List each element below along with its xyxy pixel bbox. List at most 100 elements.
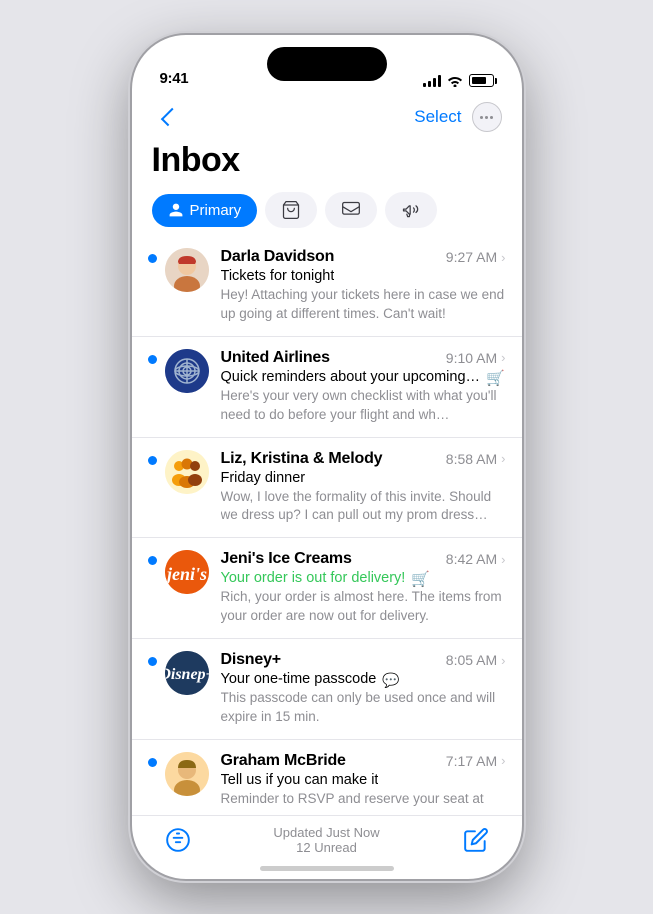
email-sender: Jeni's Ice Creams <box>221 550 352 568</box>
filter-button[interactable] <box>160 822 196 858</box>
email-header: Jeni's Ice Creams 8:42 AM › <box>221 550 506 568</box>
avatar-image <box>165 752 209 796</box>
unread-indicator <box>148 254 157 263</box>
email-subject: Quick reminders about your upcoming… <box>221 369 481 385</box>
unread-indicator <box>148 657 157 666</box>
home-indicator <box>260 866 394 871</box>
inbox-header: Inbox <box>132 137 522 188</box>
email-preview: Reminder to RSVP and reserve your seat a… <box>221 790 506 809</box>
email-content: Liz, Kristina & Melody 8:58 AM › Friday … <box>221 450 506 526</box>
compose-button[interactable] <box>458 822 494 858</box>
table-row[interactable]: jeni's Jeni's Ice Creams 8:42 AM › Your … <box>132 538 522 639</box>
email-sender: United Airlines <box>221 349 330 367</box>
email-subject: Tickets for tonight <box>221 268 335 284</box>
unread-indicator <box>148 556 157 565</box>
back-button[interactable] <box>152 101 184 133</box>
megaphone-icon <box>401 200 421 220</box>
email-header: Darla Davidson 9:27 AM › <box>221 248 506 266</box>
tab-promotions[interactable] <box>385 192 437 228</box>
filter-icon <box>165 827 191 853</box>
subject-row: Friday dinner <box>221 470 506 488</box>
unread-indicator <box>148 456 157 465</box>
signal-bar-4 <box>438 75 441 87</box>
avatar-image: Disnep+ <box>165 651 209 695</box>
message-icon <box>341 200 361 220</box>
email-header: Disney+ 8:05 AM › <box>221 651 506 669</box>
status-icons <box>423 74 494 87</box>
email-sender: Liz, Kristina & Melody <box>221 450 383 468</box>
svg-text:jeni's: jeni's <box>165 564 207 584</box>
avatar <box>165 349 209 393</box>
avatar-image: jeni's <box>165 550 209 594</box>
email-list[interactable]: Darla Davidson 9:27 AM › Tickets for ton… <box>132 236 522 815</box>
email-time: 8:58 AM <box>446 451 497 467</box>
message-badge-icon: 💬 <box>382 672 399 689</box>
email-subject: Friday dinner <box>221 470 306 486</box>
email-sender: Darla Davidson <box>221 248 335 266</box>
email-subject: Your order is out for delivery! <box>221 570 406 586</box>
email-content: Disney+ 8:05 AM › Your one-time passcode… <box>221 651 506 727</box>
person-icon <box>168 202 184 218</box>
email-preview: Hey! Attaching your tickets here in case… <box>221 286 506 324</box>
table-row[interactable]: Disnep+ Disney+ 8:05 AM › Your one-time … <box>132 639 522 740</box>
avatar <box>165 752 209 796</box>
signal-bar-1 <box>423 83 426 87</box>
avatar: jeni's <box>165 550 209 594</box>
email-time: 7:17 AM <box>446 753 497 769</box>
chevron-right-icon: › <box>501 552 505 567</box>
subject-row: Quick reminders about your upcoming… 🛒 <box>221 369 506 387</box>
unread-count: 12 Unread <box>296 840 357 855</box>
time-row: 9:10 AM › <box>446 350 506 366</box>
email-time: 8:42 AM <box>446 551 497 567</box>
time-row: 8:42 AM › <box>446 551 506 567</box>
primary-tab-label: Primary <box>190 202 242 219</box>
inbox-title: Inbox <box>152 141 502 180</box>
compose-icon <box>463 827 489 853</box>
email-header: Liz, Kristina & Melody 8:58 AM › <box>221 450 506 468</box>
chevron-right-icon: › <box>501 350 505 365</box>
avatar <box>165 248 209 292</box>
table-row[interactable]: Liz, Kristina & Melody 8:58 AM › Friday … <box>132 438 522 539</box>
phone-content: Select Inbox Primary <box>132 93 522 879</box>
email-sender: Graham McBride <box>221 752 346 770</box>
email-content: Darla Davidson 9:27 AM › Tickets for ton… <box>221 248 506 324</box>
avatar: Disnep+ <box>165 651 209 695</box>
signal-bar-3 <box>433 78 436 87</box>
phone-frame: 9:41 Select <box>132 35 522 879</box>
email-subject: Your one-time passcode <box>221 671 377 687</box>
subject-row: Tell us if you can make it <box>221 772 506 790</box>
svg-text:Disnep+: Disnep+ <box>165 666 209 683</box>
back-chevron-icon <box>160 108 178 126</box>
signal-bar-2 <box>428 81 431 87</box>
subject-row: Your one-time passcode 💬 <box>221 671 506 689</box>
email-content: Jeni's Ice Creams 8:42 AM › Your order i… <box>221 550 506 626</box>
email-sender: Disney+ <box>221 651 281 669</box>
table-row[interactable]: United Airlines 9:10 AM › Quick reminder… <box>132 337 522 438</box>
battery-icon <box>469 74 494 87</box>
avatar-image <box>165 248 209 292</box>
battery-fill <box>472 77 486 84</box>
filter-tabs: Primary <box>132 188 522 236</box>
email-preview: Wow, I love the formality of this invite… <box>221 488 506 526</box>
more-button[interactable] <box>472 102 502 132</box>
signal-bars-icon <box>423 75 441 87</box>
tab-social[interactable] <box>325 192 377 228</box>
wifi-icon <box>447 75 463 87</box>
table-row[interactable]: Darla Davidson 9:27 AM › Tickets for ton… <box>132 236 522 337</box>
subject-row: Your order is out for delivery! 🛒 <box>221 570 506 588</box>
time-row: 9:27 AM › <box>446 249 506 265</box>
avatar-image <box>165 450 209 494</box>
tab-shopping[interactable] <box>265 192 317 228</box>
email-preview: Here's your very own checklist with what… <box>221 387 506 425</box>
nav-actions: Select <box>414 102 501 132</box>
email-time: 9:10 AM <box>446 350 497 366</box>
time-row: 7:17 AM › <box>446 753 506 769</box>
email-preview: This passcode can only be used once and … <box>221 689 506 727</box>
chevron-right-icon: › <box>501 451 505 466</box>
avatar-image <box>165 349 209 393</box>
table-row[interactable]: Graham McBride 7:17 AM › Tell us if you … <box>132 740 522 815</box>
dynamic-island <box>267 47 387 81</box>
tab-primary[interactable]: Primary <box>152 194 258 227</box>
time-row: 8:05 AM › <box>446 652 506 668</box>
select-button[interactable]: Select <box>414 107 461 127</box>
